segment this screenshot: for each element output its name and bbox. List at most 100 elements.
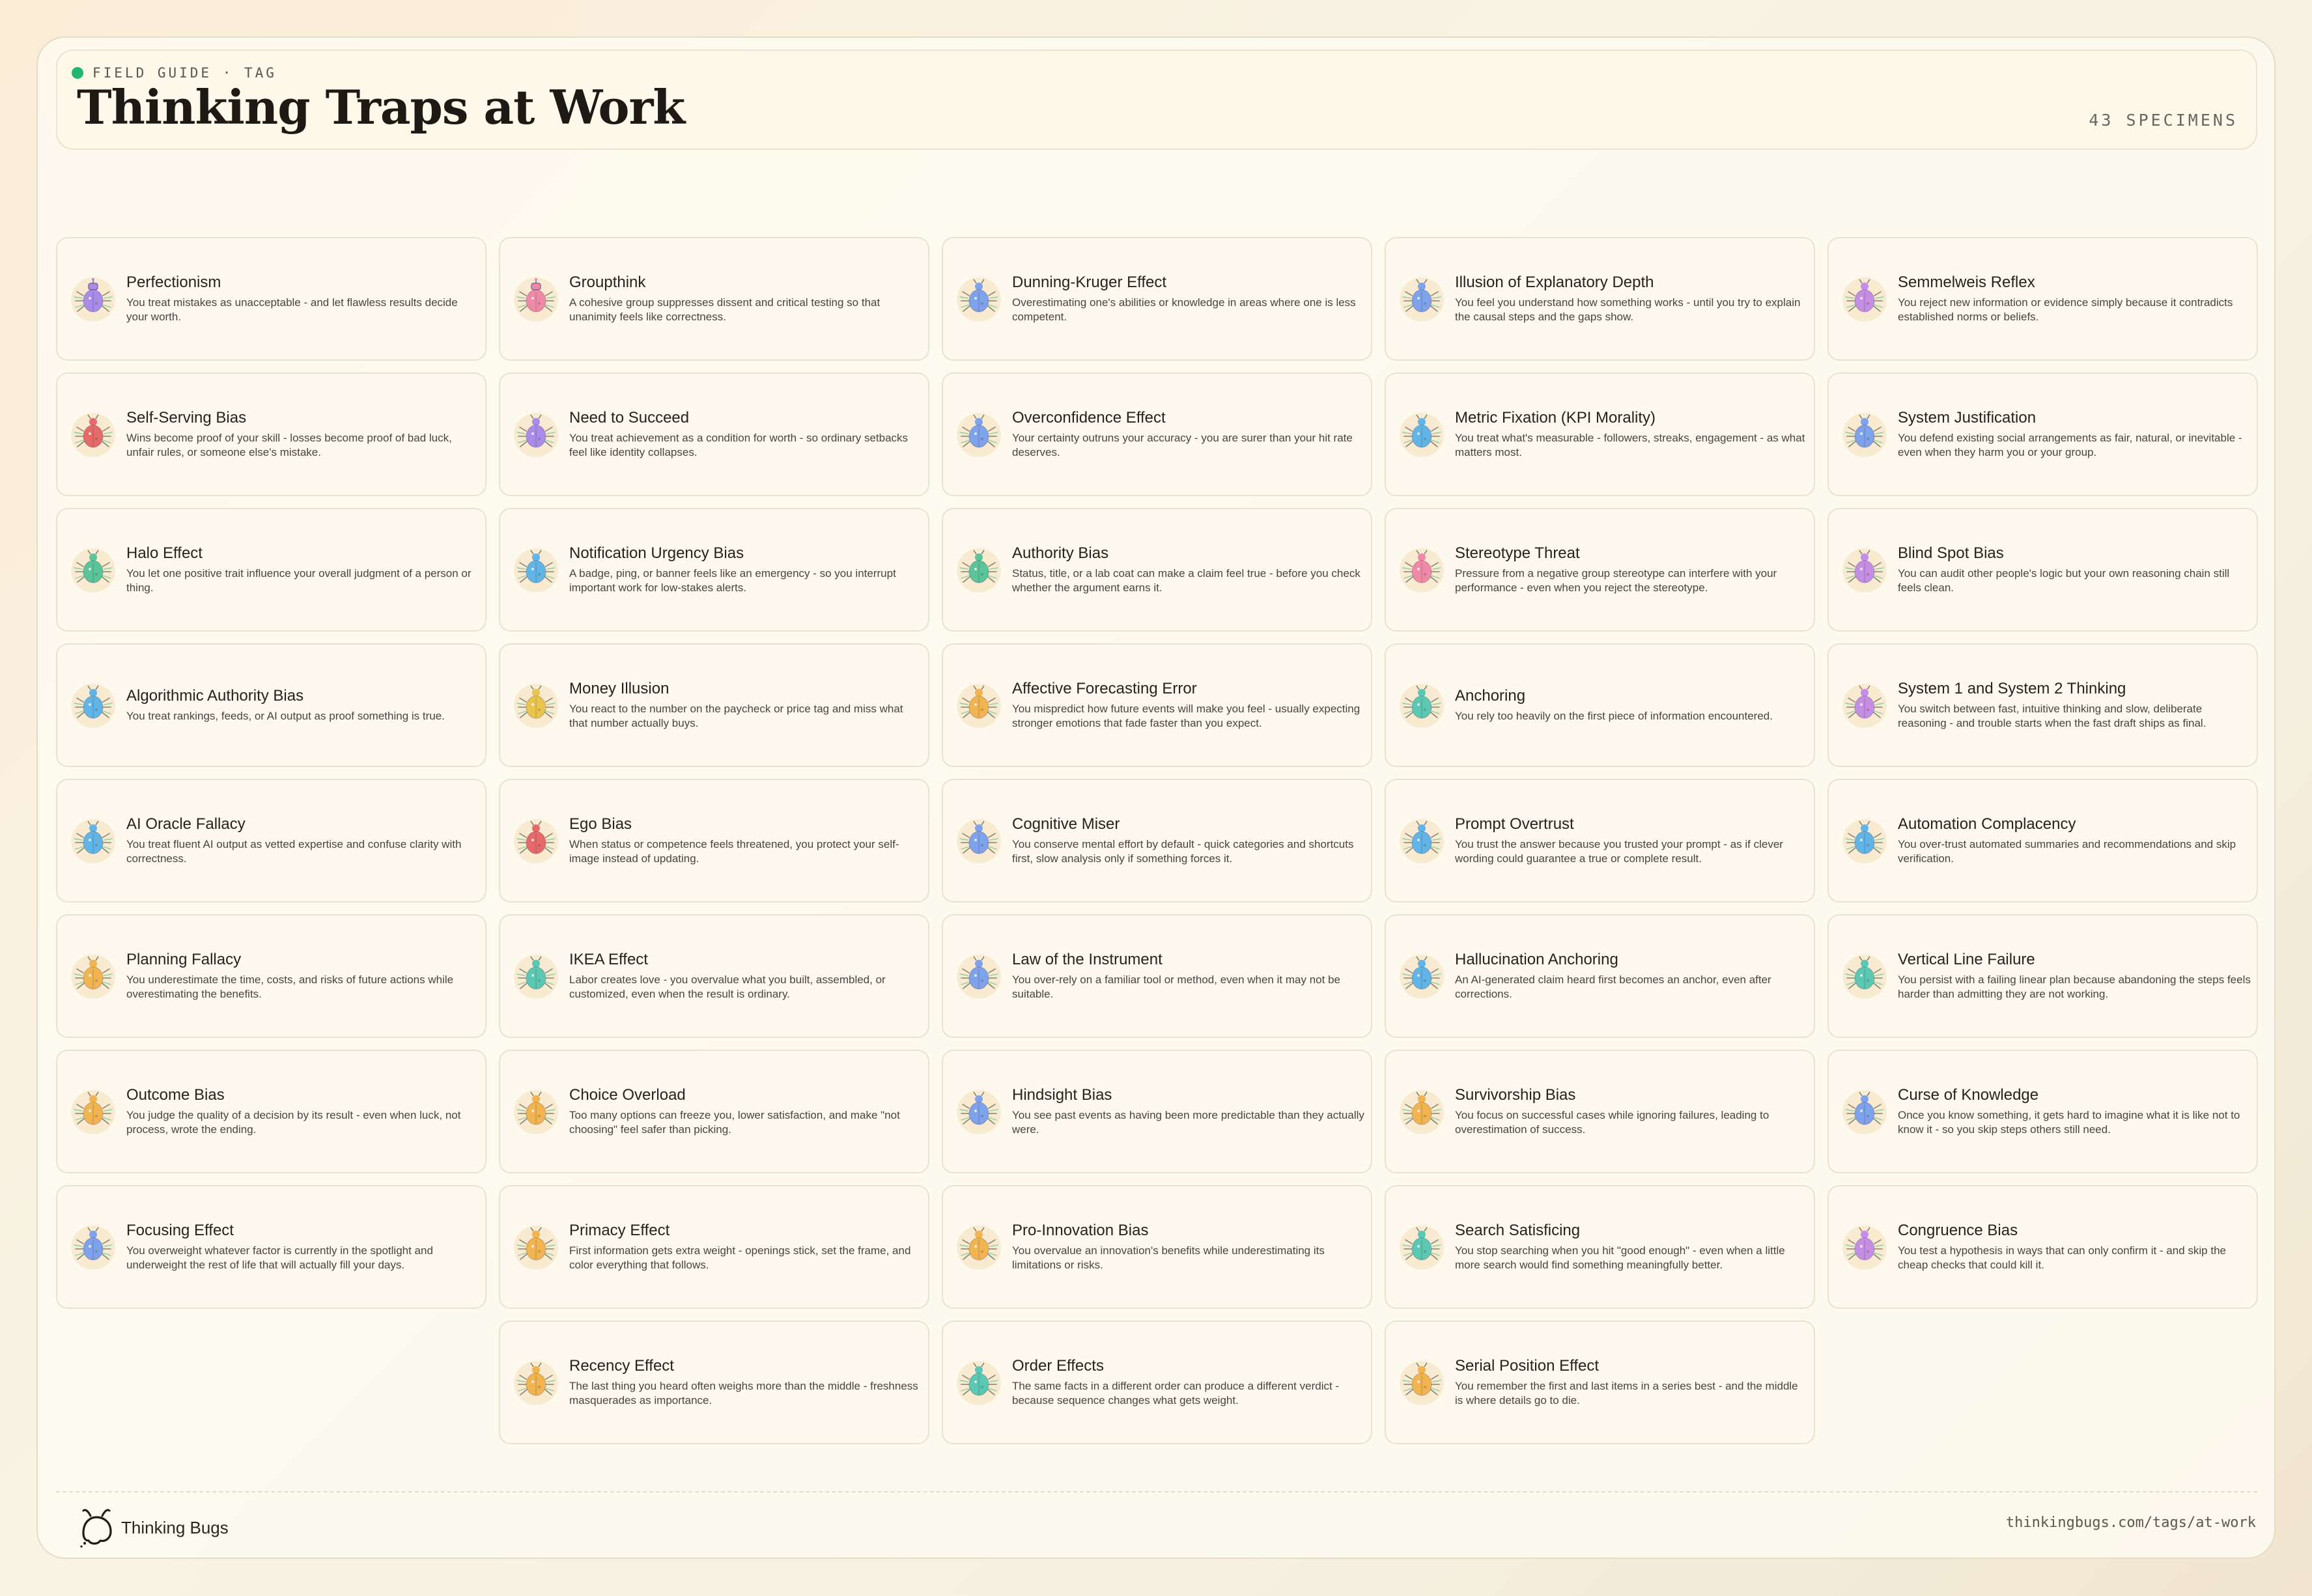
card-description: Labor creates love - you overvalue what … bbox=[569, 973, 886, 1000]
card-text: Self-Serving Bias Wins become proof of yo… bbox=[126, 409, 485, 460]
blue-bug-icon bbox=[955, 410, 1003, 458]
card-text: Vertical Line Failure You persist with a … bbox=[1898, 951, 2257, 1001]
specimen-card-system-1-and-system-2-thinking[interactable]: System 1 and System 2 Thinking You switch… bbox=[1827, 643, 2258, 767]
card-description: You rely too heavily on the first piece … bbox=[1455, 709, 1773, 722]
specimen-card-illusion-of-explanatory-depth[interactable]: Illusion of Explanatory Depth You feel yo… bbox=[1385, 237, 1815, 361]
card-title: Cognitive Miser bbox=[1012, 815, 1120, 833]
specimen-card-metric-fixation-kpi-morality[interactable]: Metric Fixation (KPI Morality) You treat … bbox=[1385, 372, 1815, 496]
specimen-card-primacy-effect[interactable]: Primacy Effect First information gets ext… bbox=[499, 1185, 929, 1309]
card-text: Blind Spot Bias You can audit other peopl… bbox=[1898, 544, 2257, 595]
orange-bug-icon bbox=[955, 1223, 1003, 1271]
specimen-card-overconfidence-effect[interactable]: Overconfidence Effect Your certainty outr… bbox=[942, 372, 1372, 496]
footer-divider bbox=[56, 1491, 2257, 1492]
specimen-card-perfectionism[interactable]: Perfectionism You treat mistakes as unacc… bbox=[56, 237, 486, 361]
specimen-card-affective-forecasting-error[interactable]: Affective Forecasting Error You mispredic… bbox=[942, 643, 1372, 767]
card-text: Metric Fixation (KPI Morality) You treat … bbox=[1455, 409, 1814, 460]
card-description: Status, title, or a lab coat can make a … bbox=[1012, 567, 1360, 594]
status-dot-icon bbox=[72, 67, 83, 79]
specimen-card-algorithmic-authority-bias[interactable]: Algorithmic Authority Bias You treat rank… bbox=[56, 643, 486, 767]
specimen-card-search-satisficing[interactable]: Search Satisficing You stop searching whe… bbox=[1385, 1185, 1815, 1309]
card-description: You can audit other people's logic but y… bbox=[1898, 567, 2230, 594]
yellow-bug-icon bbox=[512, 681, 560, 729]
card-title: Overconfidence Effect bbox=[1012, 409, 1166, 427]
card-title: Need to Succeed bbox=[569, 409, 690, 427]
kicker: FIELD GUIDE · TAG bbox=[72, 65, 277, 81]
kicker-text: FIELD GUIDE · TAG bbox=[92, 65, 277, 81]
teal-bug-icon bbox=[955, 1358, 1003, 1407]
specimen-card-notification-urgency-bias[interactable]: Notification Urgency Bias A badge, ping, … bbox=[499, 508, 929, 632]
specimen-card-vertical-line-failure[interactable]: Vertical Line Failure You persist with a … bbox=[1827, 914, 2258, 1038]
specimen-card-groupthink[interactable]: Groupthink A cohesive group suppresses di… bbox=[499, 237, 929, 361]
card-title: Stereotype Threat bbox=[1455, 544, 1580, 563]
card-description: You trust the answer because you trusted… bbox=[1455, 837, 1783, 865]
card-text: System 1 and System 2 Thinking You switch… bbox=[1898, 680, 2257, 731]
page-url[interactable]: thinkingbugs.com/tags/at-work bbox=[2006, 1515, 2256, 1531]
specimen-card-prompt-overtrust[interactable]: Prompt Overtrust You trust the answer bec… bbox=[1385, 779, 1815, 903]
specimen-card-curse-of-knowledge[interactable]: Curse of Knowledge Once you know somethin… bbox=[1827, 1050, 2258, 1173]
specimen-card-dunning-kruger-effect[interactable]: Dunning-Kruger Effect Overestimating one'… bbox=[942, 237, 1372, 361]
specimen-card-anchoring[interactable]: Anchoring You rely too heavily on the fir… bbox=[1385, 643, 1815, 767]
card-title: Money Illusion bbox=[569, 680, 670, 698]
specimen-card-planning-fallacy[interactable]: Planning Fallacy You underestimate the ti… bbox=[56, 914, 486, 1038]
brand-name: Thinking Bugs bbox=[121, 1517, 229, 1537]
specimen-card-ego-bias[interactable]: Ego Bias When status or competence feels … bbox=[499, 779, 929, 903]
specimen-card-order-effects[interactable]: Order Effects The same facts in a differe… bbox=[942, 1321, 1372, 1444]
card-description: A badge, ping, or banner feels like an e… bbox=[569, 567, 896, 594]
card-text: Groupthink A cohesive group suppresses di… bbox=[569, 273, 928, 324]
specimen-card-system-justification[interactable]: System Justification You defend existing … bbox=[1827, 372, 2258, 496]
card-description: You feel you understand how something wo… bbox=[1455, 296, 1801, 323]
card-text: Congruence Bias You test a hypothesis in … bbox=[1898, 1222, 2257, 1272]
specimen-card-pro-innovation-bias[interactable]: Pro-Innovation Bias You overvalue an inno… bbox=[942, 1185, 1372, 1309]
specimen-card-blind-spot-bias[interactable]: Blind Spot Bias You can audit other peopl… bbox=[1827, 508, 2258, 632]
specimen-card-serial-position-effect[interactable]: Serial Position Effect You remember the f… bbox=[1385, 1321, 1815, 1444]
card-title: Ego Bias bbox=[569, 815, 632, 833]
card-title: Illusion of Explanatory Depth bbox=[1455, 273, 1654, 292]
brand-link[interactable]: Thinking Bugs bbox=[78, 1507, 229, 1548]
card-text: Pro-Innovation Bias You overvalue an inno… bbox=[1012, 1222, 1371, 1272]
specimen-card-automation-complacency[interactable]: Automation Complacency You over-trust aut… bbox=[1827, 779, 2258, 903]
sky-bug-icon bbox=[69, 817, 117, 865]
purple-robot-bug-icon bbox=[69, 275, 117, 323]
specimen-card-halo-effect[interactable]: Halo Effect You let one positive trait in… bbox=[56, 508, 486, 632]
card-title: Halo Effect bbox=[126, 544, 203, 563]
orange-bug-icon bbox=[955, 681, 1003, 729]
specimen-card-stereotype-threat[interactable]: Stereotype Threat Pressure from a negativ… bbox=[1385, 508, 1815, 632]
specimen-grid: Perfectionism You treat mistakes as unacc… bbox=[56, 237, 2258, 1444]
specimen-card-hindsight-bias[interactable]: Hindsight Bias You see past events as hav… bbox=[942, 1050, 1372, 1173]
specimen-card-focusing-effect[interactable]: Focusing Effect You overweight whatever f… bbox=[56, 1185, 486, 1309]
card-text: Prompt Overtrust You trust the answer bec… bbox=[1455, 815, 1814, 866]
specimen-card-need-to-succeed[interactable]: Need to Succeed You treat achievement as … bbox=[499, 372, 929, 496]
card-text: Halo Effect You let one positive trait in… bbox=[126, 544, 485, 595]
specimen-card-authority-bias[interactable]: Authority Bias Status, title, or a lab co… bbox=[942, 508, 1372, 632]
card-title: Metric Fixation (KPI Morality) bbox=[1455, 409, 1656, 427]
specimen-card-self-serving-bias[interactable]: Self-Serving Bias Wins become proof of yo… bbox=[56, 372, 486, 496]
card-text: Focusing Effect You overweight whatever f… bbox=[126, 1222, 485, 1272]
card-description: You overweight whatever factor is curren… bbox=[126, 1244, 433, 1271]
specimen-card-semmelweis-reflex[interactable]: Semmelweis Reflex You reject new informat… bbox=[1827, 237, 2258, 361]
specimen-card-money-illusion[interactable]: Money Illusion You react to the number on… bbox=[499, 643, 929, 767]
card-title: Order Effects bbox=[1012, 1357, 1104, 1375]
card-text: Hindsight Bias You see past events as hav… bbox=[1012, 1086, 1371, 1137]
blue-bug-icon bbox=[1398, 275, 1446, 323]
specimen-card-hallucination-anchoring[interactable]: Hallucination Anchoring An AI-generated c… bbox=[1385, 914, 1815, 1038]
green-bug-icon bbox=[69, 546, 117, 594]
card-text: Cognitive Miser You conserve mental effor… bbox=[1012, 815, 1371, 866]
specimen-card-ikea-effect[interactable]: IKEA Effect Labor creates love - you over… bbox=[499, 914, 929, 1038]
card-title: System 1 and System 2 Thinking bbox=[1898, 680, 2126, 698]
orange-bug-icon bbox=[69, 1087, 117, 1136]
card-description: You over-rely on a familiar tool or meth… bbox=[1012, 973, 1340, 1000]
card-description: The same facts in a different order can … bbox=[1012, 1379, 1340, 1407]
specimen-card-recency-effect[interactable]: Recency Effect The last thing you heard o… bbox=[499, 1321, 929, 1444]
card-text: Semmelweis Reflex You reject new informat… bbox=[1898, 273, 2257, 324]
card-title: Anchoring bbox=[1455, 687, 1526, 705]
specimen-card-cognitive-miser[interactable]: Cognitive Miser You conserve mental effor… bbox=[942, 779, 1372, 903]
specimen-card-congruence-bias[interactable]: Congruence Bias You test a hypothesis in … bbox=[1827, 1185, 2258, 1309]
specimen-card-outcome-bias[interactable]: Outcome Bias You judge the quality of a d… bbox=[56, 1050, 486, 1173]
orange-bug-icon bbox=[1398, 1087, 1446, 1136]
specimen-card-ai-oracle-fallacy[interactable]: AI Oracle Fallacy You treat fluent AI out… bbox=[56, 779, 486, 903]
specimen-card-law-of-the-instrument[interactable]: Law of the Instrument You over-rely on a … bbox=[942, 914, 1372, 1038]
specimen-card-survivorship-bias[interactable]: Survivorship Bias You focus on successful… bbox=[1385, 1050, 1815, 1173]
sky-bug-icon bbox=[1398, 817, 1446, 865]
card-text: Stereotype Threat Pressure from a negativ… bbox=[1455, 544, 1814, 595]
specimen-card-choice-overload[interactable]: Choice Overload Too many options can free… bbox=[499, 1050, 929, 1173]
